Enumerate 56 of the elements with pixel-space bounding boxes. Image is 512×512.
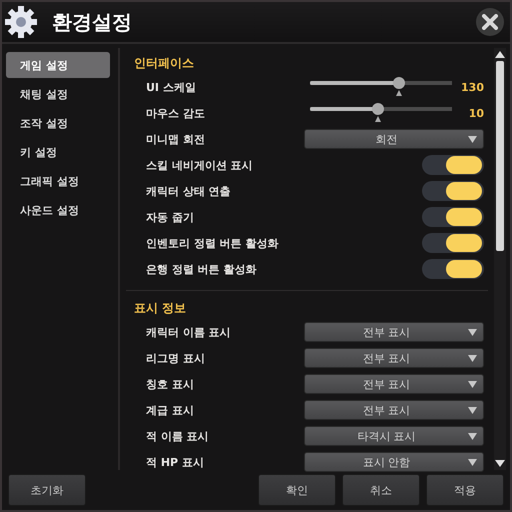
gear-icon	[4, 5, 38, 39]
window-title: 환경설정	[52, 8, 133, 36]
toggle-switch[interactable]	[422, 259, 484, 279]
setting-label: 은행 정렬 버튼 활성화	[146, 262, 258, 276]
setting-label: 미니맵 회전	[146, 132, 206, 146]
sidebar-item[interactable]: 채팅 설정	[6, 81, 110, 107]
toggle-switch[interactable]	[422, 181, 484, 201]
dropdown[interactable]: 표시 안함	[304, 452, 484, 472]
dropdown[interactable]: 전부 표시	[304, 400, 484, 420]
caret-icon	[468, 136, 477, 142]
caret-icon	[468, 354, 477, 362]
setting-label: 자동 줍기	[146, 210, 195, 224]
dropdown[interactable]: 회전	[304, 129, 484, 149]
sidebar-item[interactable]: 게임 설정	[6, 52, 110, 78]
action-button[interactable]: 확인	[258, 474, 336, 506]
caret-icon	[468, 458, 477, 466]
scroll-down-icon[interactable]	[495, 459, 505, 468]
slider-value: 10	[468, 106, 484, 120]
setting-label: 마우스 감도	[146, 106, 206, 120]
setting-label: 리그명 표시	[146, 350, 206, 366]
sidebar-item[interactable]: 키 설정	[6, 139, 110, 165]
sidebar-item[interactable]: 조작 설정	[6, 110, 110, 136]
close-icon	[482, 14, 498, 30]
scroll-up-icon[interactable]	[495, 50, 505, 59]
toggle-switch[interactable]	[422, 233, 484, 253]
toggle-switch[interactable]	[422, 155, 484, 175]
setting-label: 적 이름 표시	[146, 428, 210, 444]
caret-icon	[468, 406, 477, 414]
caret-icon	[468, 380, 477, 388]
sidebar-item[interactable]: 그래픽 설정	[6, 168, 110, 194]
caret-icon	[468, 432, 477, 440]
setting-label: 인벤토리 정렬 버튼 활성화	[146, 236, 280, 250]
toggle-switch[interactable]	[422, 207, 484, 227]
setting-label: 적 HP 표시	[146, 454, 205, 470]
setting-label: 캐릭터 상태 연출	[146, 184, 232, 198]
scrollbar-thumb[interactable]	[496, 61, 504, 252]
setting-label: 계급 표시	[146, 402, 195, 418]
section-heading: 인터페이스	[133, 55, 195, 72]
setting-label: 스킬 네비게이션 표시	[146, 158, 254, 172]
slider-thumb[interactable]	[372, 103, 384, 123]
caret-icon	[468, 328, 477, 336]
setting-label: UI 스케일	[146, 80, 197, 94]
dropdown[interactable]: 전부 표시	[304, 322, 484, 342]
dropdown[interactable]: 전부 표시	[304, 348, 484, 368]
slider-thumb[interactable]	[393, 77, 406, 97]
setting-label: 캐릭터 이름 표시	[146, 324, 232, 340]
close-button[interactable]	[476, 8, 504, 36]
reset-button[interactable]: 초기화	[8, 474, 86, 506]
setting-label: 칭호 표시	[146, 376, 195, 392]
dropdown[interactable]: 타격시 표시	[304, 426, 484, 446]
action-button[interactable]: 적용	[426, 474, 504, 506]
slider-value: 130	[460, 80, 484, 94]
section-heading: 표시 정보	[133, 300, 188, 317]
sidebar-item[interactable]: 사운드 설정	[6, 197, 110, 223]
action-button[interactable]: 취소	[342, 474, 420, 506]
dropdown[interactable]: 전부 표시	[304, 374, 484, 394]
